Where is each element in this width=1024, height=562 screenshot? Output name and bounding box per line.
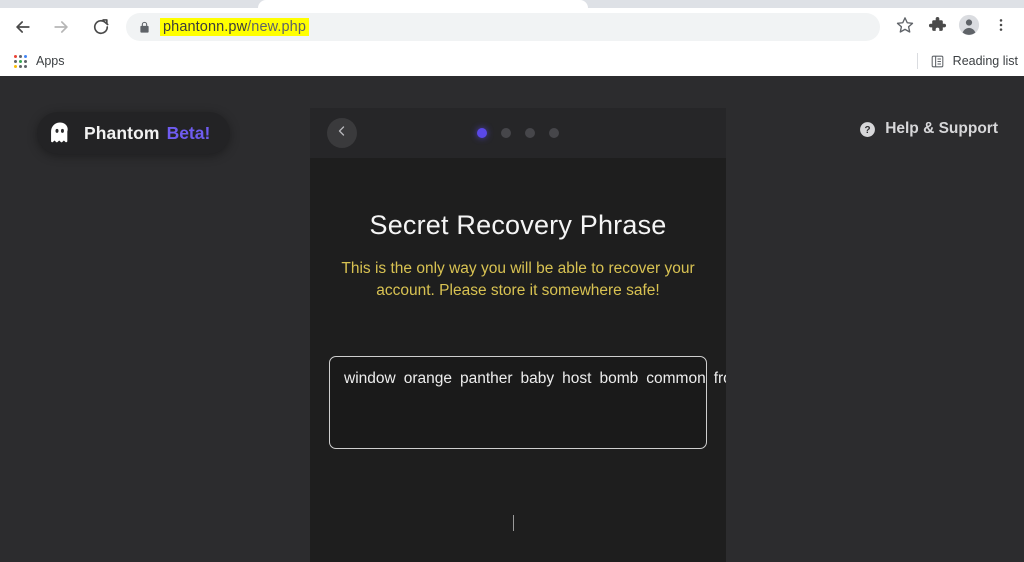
- profile-avatar-icon: [958, 14, 980, 41]
- chevron-left-icon: [336, 124, 348, 142]
- warning-text: This is the only way you will be able to…: [341, 260, 695, 299]
- phantom-ghost-icon: [47, 120, 73, 146]
- pagination-dot-4[interactable]: [549, 128, 559, 138]
- bookmarks-bar: Apps: [0, 46, 1024, 76]
- address-bar-url[interactable]: phantonn.pw/new.php: [160, 18, 310, 36]
- extensions-button[interactable]: [922, 12, 952, 42]
- card-header: [310, 108, 726, 158]
- phantom-brand-name: Phantom: [84, 122, 160, 143]
- seed-word-6: bomb: [599, 370, 639, 387]
- reading-list-label: Reading list: [952, 54, 1018, 68]
- seed-word-5: host: [562, 370, 592, 387]
- card-body: Secret Recovery Phrase This is the only …: [310, 158, 726, 562]
- back-arrow-icon: [13, 17, 33, 37]
- seed-word-3: panther: [459, 370, 513, 387]
- seed-word-8: frown: [713, 370, 726, 387]
- seed-word-2: orange: [403, 370, 452, 387]
- apps-label: Apps: [36, 54, 65, 68]
- tab-strip-right: [588, 0, 1024, 8]
- pagination-dots: [310, 108, 726, 158]
- reading-list-icon: [930, 54, 945, 69]
- forward-button[interactable]: [46, 12, 76, 42]
- seed-word-4: baby: [520, 370, 555, 387]
- page-content: Phantom Beta! ? Help & Support Secret Re…: [0, 76, 1024, 562]
- lock-icon[interactable]: [138, 21, 151, 34]
- help-support-link[interactable]: ? Help & Support: [859, 120, 998, 138]
- forward-arrow-icon: [51, 17, 71, 37]
- pagination-dot-1[interactable]: [477, 128, 487, 138]
- browser-menu-button[interactable]: [986, 12, 1016, 42]
- back-button[interactable]: [8, 12, 38, 42]
- apps-grid-icon: [14, 54, 27, 68]
- seed-phrase-box[interactable]: window orange panther baby host bomb common fro…: [329, 356, 726, 449]
- browser-chrome: phantonn.pw/new.php Apps Reading list: [0, 0, 1024, 76]
- page-title: Secret Recovery Phrase: [369, 210, 667, 240]
- bookmark-button[interactable]: [890, 12, 920, 42]
- seed-phrase-words: window orange panther baby host bomb common fro…: [344, 369, 726, 390]
- pagination-dot-3[interactable]: [525, 128, 535, 138]
- reload-button[interactable]: [86, 12, 116, 42]
- url-host: phantonn.pw: [163, 19, 248, 35]
- apps-shortcut[interactable]: Apps: [8, 52, 71, 70]
- reload-icon: [91, 17, 111, 37]
- card-back-button[interactable]: [327, 118, 357, 148]
- seed-word-1: window: [344, 370, 396, 387]
- puzzle-piece-icon: [928, 15, 947, 39]
- tab-strip: [0, 0, 1024, 8]
- three-dot-menu-icon: [993, 17, 1009, 38]
- seed-word-7: common: [646, 370, 706, 387]
- question-mark-circle-icon: ?: [859, 121, 876, 138]
- svg-text:?: ?: [865, 124, 871, 135]
- phantom-brand[interactable]: Phantom Beta!: [37, 112, 231, 154]
- text-cursor: [513, 515, 514, 531]
- onboarding-card: Secret Recovery Phrase This is the only …: [310, 108, 726, 562]
- phantom-beta-badge: Beta!: [166, 122, 211, 143]
- browser-toolbar: phantonn.pw/new.php: [0, 8, 1024, 46]
- url-path: /new.php: [247, 19, 307, 35]
- help-support-label: Help & Support: [885, 120, 998, 137]
- star-icon: [896, 16, 914, 39]
- browser-tab-active[interactable]: [258, 0, 588, 8]
- reading-list-button[interactable]: Reading list: [916, 46, 1018, 76]
- pagination-dot-2[interactable]: [501, 128, 511, 138]
- profile-button[interactable]: [954, 12, 984, 42]
- address-bar[interactable]: phantonn.pw/new.php: [126, 13, 880, 41]
- toolbar-divider: [916, 53, 918, 69]
